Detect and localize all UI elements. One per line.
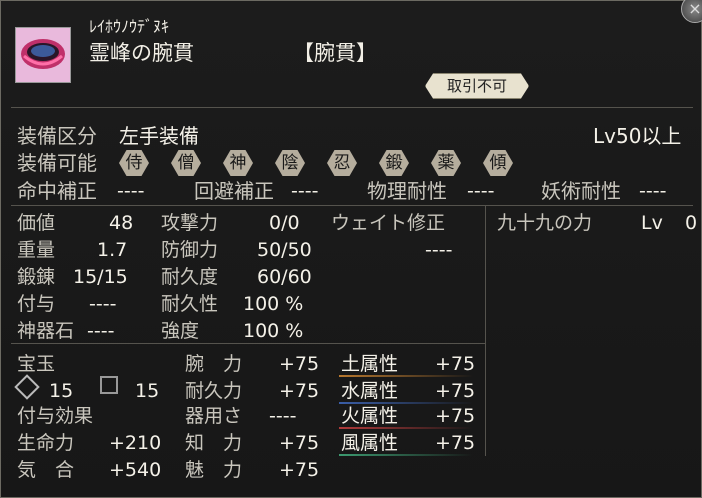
effects-label: 付与効果 xyxy=(17,405,94,427)
trade-restriction-badge: 取引不可 xyxy=(425,73,529,99)
durability-rate-label: 耐久性 xyxy=(161,293,219,315)
defense-label: 防御力 xyxy=(161,239,219,261)
durability-rate-value: 100 % xyxy=(243,293,304,315)
strength-label: 強度 xyxy=(161,320,200,342)
element-underline xyxy=(339,375,473,377)
effect-value: +75 xyxy=(279,459,320,481)
effect-label: 生命力 xyxy=(17,432,75,454)
price-label: 価値 xyxy=(17,212,56,234)
phys-resist-label: 物理耐性 xyxy=(367,179,447,203)
bracelet-icon xyxy=(15,27,71,83)
weight-label: 重量 xyxy=(17,239,56,261)
close-icon[interactable]: × xyxy=(681,0,702,23)
effect-value: +75 xyxy=(279,432,320,454)
class-badge: 僧 xyxy=(171,150,201,176)
element-label: 風属性 xyxy=(341,432,399,454)
equip-slot-value: 左手装備 xyxy=(119,124,199,148)
element-label: 水属性 xyxy=(341,380,399,402)
special-skill-lv: 0 xyxy=(685,212,698,234)
relic-stone-label: 神器石 xyxy=(17,320,75,342)
enchant-value: ---- xyxy=(89,293,117,315)
item-name: 霊峰の腕貫 xyxy=(89,41,194,65)
class-badge: 侍 xyxy=(119,150,149,176)
forge-label: 鍛錬 xyxy=(17,266,56,288)
divider-vertical-lower xyxy=(485,344,486,456)
class-badge: 神 xyxy=(223,150,253,176)
element-label: 火属性 xyxy=(341,405,399,427)
durability-value: 60/60 xyxy=(257,266,312,288)
divider-mid xyxy=(11,205,693,206)
effect-label: 気 合 xyxy=(17,459,75,481)
phys-resist-value: ---- xyxy=(467,180,495,202)
attack-value: 0/0 xyxy=(269,212,300,234)
effect-label: 腕 力 xyxy=(185,353,243,375)
item-tooltip-panel: × ﾚｲﾎｳﾉｳﾃﾞﾇｷ 霊峰の腕貫 【腕貫】 取引不可 装備区分 左手装備 L… xyxy=(0,0,702,498)
element-underline xyxy=(339,427,473,429)
defense-value: 50/50 xyxy=(257,239,312,261)
attack-label: 攻撃力 xyxy=(161,212,219,234)
element-value: +75 xyxy=(435,380,476,402)
gem-slot1-count: 15 xyxy=(49,380,74,402)
durability-label: 耐久度 xyxy=(161,266,219,288)
gem-slot-square-icon xyxy=(100,376,118,394)
enchant-label: 付与 xyxy=(17,293,56,315)
gem-label: 宝玉 xyxy=(17,353,56,375)
effect-value: +75 xyxy=(279,353,320,375)
special-skill-lv-label: Lv xyxy=(641,212,663,234)
price-value: 48 xyxy=(109,212,134,234)
element-value: +75 xyxy=(435,353,476,375)
weight-mod-label: ウェイト修正 xyxy=(331,212,446,234)
divider-top xyxy=(11,107,693,108)
gem-slot2-count: 15 xyxy=(135,380,160,402)
magic-resist-value: ---- xyxy=(639,180,667,202)
element-label: 土属性 xyxy=(341,353,399,375)
effect-label: 魅 力 xyxy=(185,459,243,481)
effect-value: +210 xyxy=(109,432,162,454)
class-badge: 傾 xyxy=(483,150,513,176)
effect-label: 耐久力 xyxy=(185,380,243,402)
effect-value: ---- xyxy=(269,405,297,427)
equip-classes-label: 装備可能 xyxy=(17,151,97,175)
element-underline xyxy=(339,402,473,404)
element-value: +75 xyxy=(435,405,476,427)
weight-value: 1.7 xyxy=(97,239,128,261)
relic-stone-value: ---- xyxy=(87,320,115,342)
evade-label: 回避補正 xyxy=(194,179,274,203)
hit-label: 命中補正 xyxy=(17,179,97,203)
element-underline xyxy=(339,454,473,456)
effect-value: +75 xyxy=(279,380,320,402)
item-reading: ﾚｲﾎｳﾉｳﾃﾞﾇｷ xyxy=(89,17,170,36)
divider-vertical xyxy=(485,206,486,344)
item-category: 【腕貫】 xyxy=(293,41,377,65)
class-badge: 忍 xyxy=(327,150,357,176)
evade-value: ---- xyxy=(291,180,319,202)
effect-label: 知 力 xyxy=(185,432,243,454)
magic-resist-label: 妖術耐性 xyxy=(541,179,621,203)
effect-label: 器用さ xyxy=(185,405,243,427)
divider-lower xyxy=(11,343,485,344)
strength-value: 100 % xyxy=(243,320,304,342)
class-badge: 薬 xyxy=(431,150,461,176)
weight-mod-value: ---- xyxy=(425,239,453,261)
effect-value: +540 xyxy=(109,459,162,481)
element-value: +75 xyxy=(435,432,476,454)
special-skill-name: 九十九の力 xyxy=(497,212,593,234)
class-badge: 陰 xyxy=(275,150,305,176)
gem-slot-diamond-icon xyxy=(14,374,40,400)
forge-value: 15/15 xyxy=(73,266,128,288)
hit-value: ---- xyxy=(117,180,145,202)
level-requirement: Lv50以上 xyxy=(593,124,682,148)
class-badge: 鍛 xyxy=(379,150,409,176)
equip-slot-label: 装備区分 xyxy=(17,124,97,148)
